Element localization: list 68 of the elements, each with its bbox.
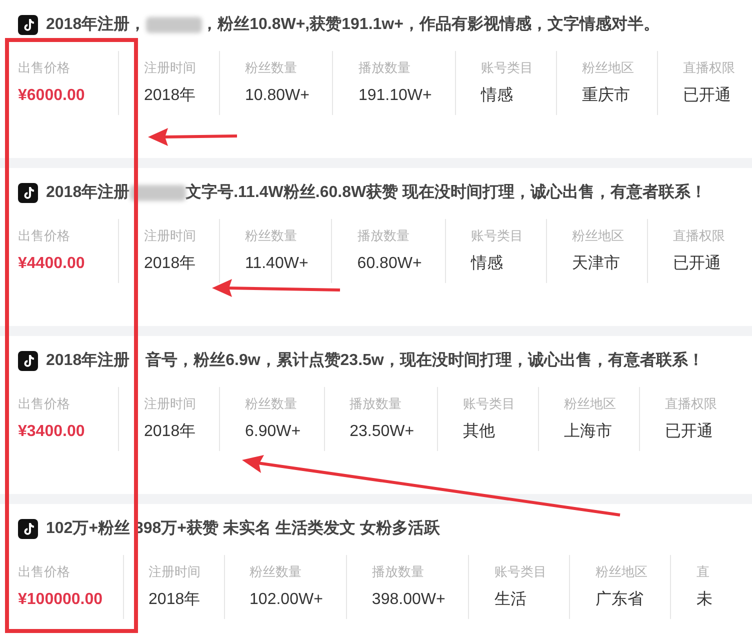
field-label: 账号类目: [494, 563, 546, 581]
field-label: 直播权限: [672, 227, 725, 245]
field-value: 10.80W+: [245, 86, 310, 106]
field-label: 粉丝数量: [250, 563, 303, 581]
field-value: 2018年: [144, 254, 196, 274]
field-value: 已开通: [672, 254, 722, 274]
field-label: 账号类目: [480, 59, 533, 77]
price-value: ¥4400.00: [18, 254, 86, 274]
field-value: 天津市: [572, 254, 621, 274]
price-value: ¥3400.00: [18, 422, 86, 442]
field-label: 出售价格: [18, 563, 71, 581]
field-value: 6.90W+: [245, 422, 301, 442]
field-value: 未: [696, 590, 712, 610]
field-label: 注册时间: [144, 395, 196, 413]
field-value: 已开通: [665, 422, 714, 442]
field-label: 粉丝地区: [572, 227, 624, 245]
field-label: 账号类目: [470, 227, 523, 245]
field-label: 播放数量: [357, 227, 410, 245]
field-value: 398.00W+: [372, 590, 446, 610]
field-value: 其他: [463, 422, 496, 442]
field-value: 2018年: [144, 86, 196, 106]
field-value: 已开通: [682, 86, 732, 106]
field-value: 102.00W+: [250, 590, 323, 610]
field-value: 2018年: [144, 422, 196, 442]
field-label: 播放数量: [358, 59, 412, 77]
field-value: 60.80W+: [357, 254, 422, 274]
field-value: 23.50W+: [350, 422, 414, 442]
field-value: 11.40W+: [245, 254, 308, 274]
field-value: 生活: [494, 590, 528, 610]
field-label: 粉丝数量: [245, 59, 298, 77]
music-note-icon: [18, 183, 38, 203]
field-value: 191.10W+: [358, 86, 432, 106]
music-note-icon: [18, 351, 38, 371]
field-label: 播放数量: [350, 395, 403, 413]
field-label: 出售价格: [18, 395, 71, 413]
field-label: 粉丝数量: [245, 227, 298, 245]
field-label: 直: [696, 563, 710, 581]
listing-title: ，粉丝10.8W+,获赞191.1w+，作品有影视情感，文字情感对半。: [202, 14, 660, 35]
field-label: 直播权限: [665, 395, 718, 413]
field-label: 注册时间: [144, 59, 196, 77]
field-label: 出售价格: [18, 59, 71, 77]
music-note-icon: [18, 15, 38, 35]
field-label: 播放数量: [372, 563, 425, 581]
listing-title: 文字号.11.4W粉丝.60.8W获赞 现在没时间打理，诚心出售，有意者联系！: [186, 182, 707, 203]
field-value: 广东省: [595, 590, 644, 610]
listing-title: 2018年注册: [46, 350, 130, 371]
field-label: 账号类目: [463, 395, 516, 413]
field-value: 情感: [470, 254, 504, 274]
price-value: ¥100000.00: [18, 590, 103, 610]
field-label: 粉丝地区: [595, 563, 648, 581]
field-label: 注册时间: [148, 563, 201, 581]
field-label: 粉丝地区: [582, 59, 634, 77]
music-note-icon: [18, 519, 38, 539]
field-value: 2018年: [148, 590, 201, 610]
listing-title: 2018年注册，: [46, 14, 146, 35]
price-value: ¥6000.00: [18, 86, 86, 106]
field-label: 粉丝地区: [564, 395, 616, 413]
field-label: 粉丝数量: [245, 395, 298, 413]
field-value: 重庆市: [582, 86, 631, 106]
field-value: 上海市: [564, 422, 614, 442]
listing-title: 音号，粉丝6.9w，累计点赞23.5w，现在没时间打理，诚心出售，有意者联系！: [146, 350, 704, 371]
field-label: 注册时间: [144, 227, 196, 245]
field-label: 出售价格: [18, 227, 71, 245]
blurred-text: [130, 185, 186, 201]
blurred-text: [146, 17, 202, 33]
listing-title: 2018年注册: [46, 182, 130, 203]
field-value: 情感: [480, 86, 514, 106]
field-label: 直播权限: [682, 59, 735, 77]
